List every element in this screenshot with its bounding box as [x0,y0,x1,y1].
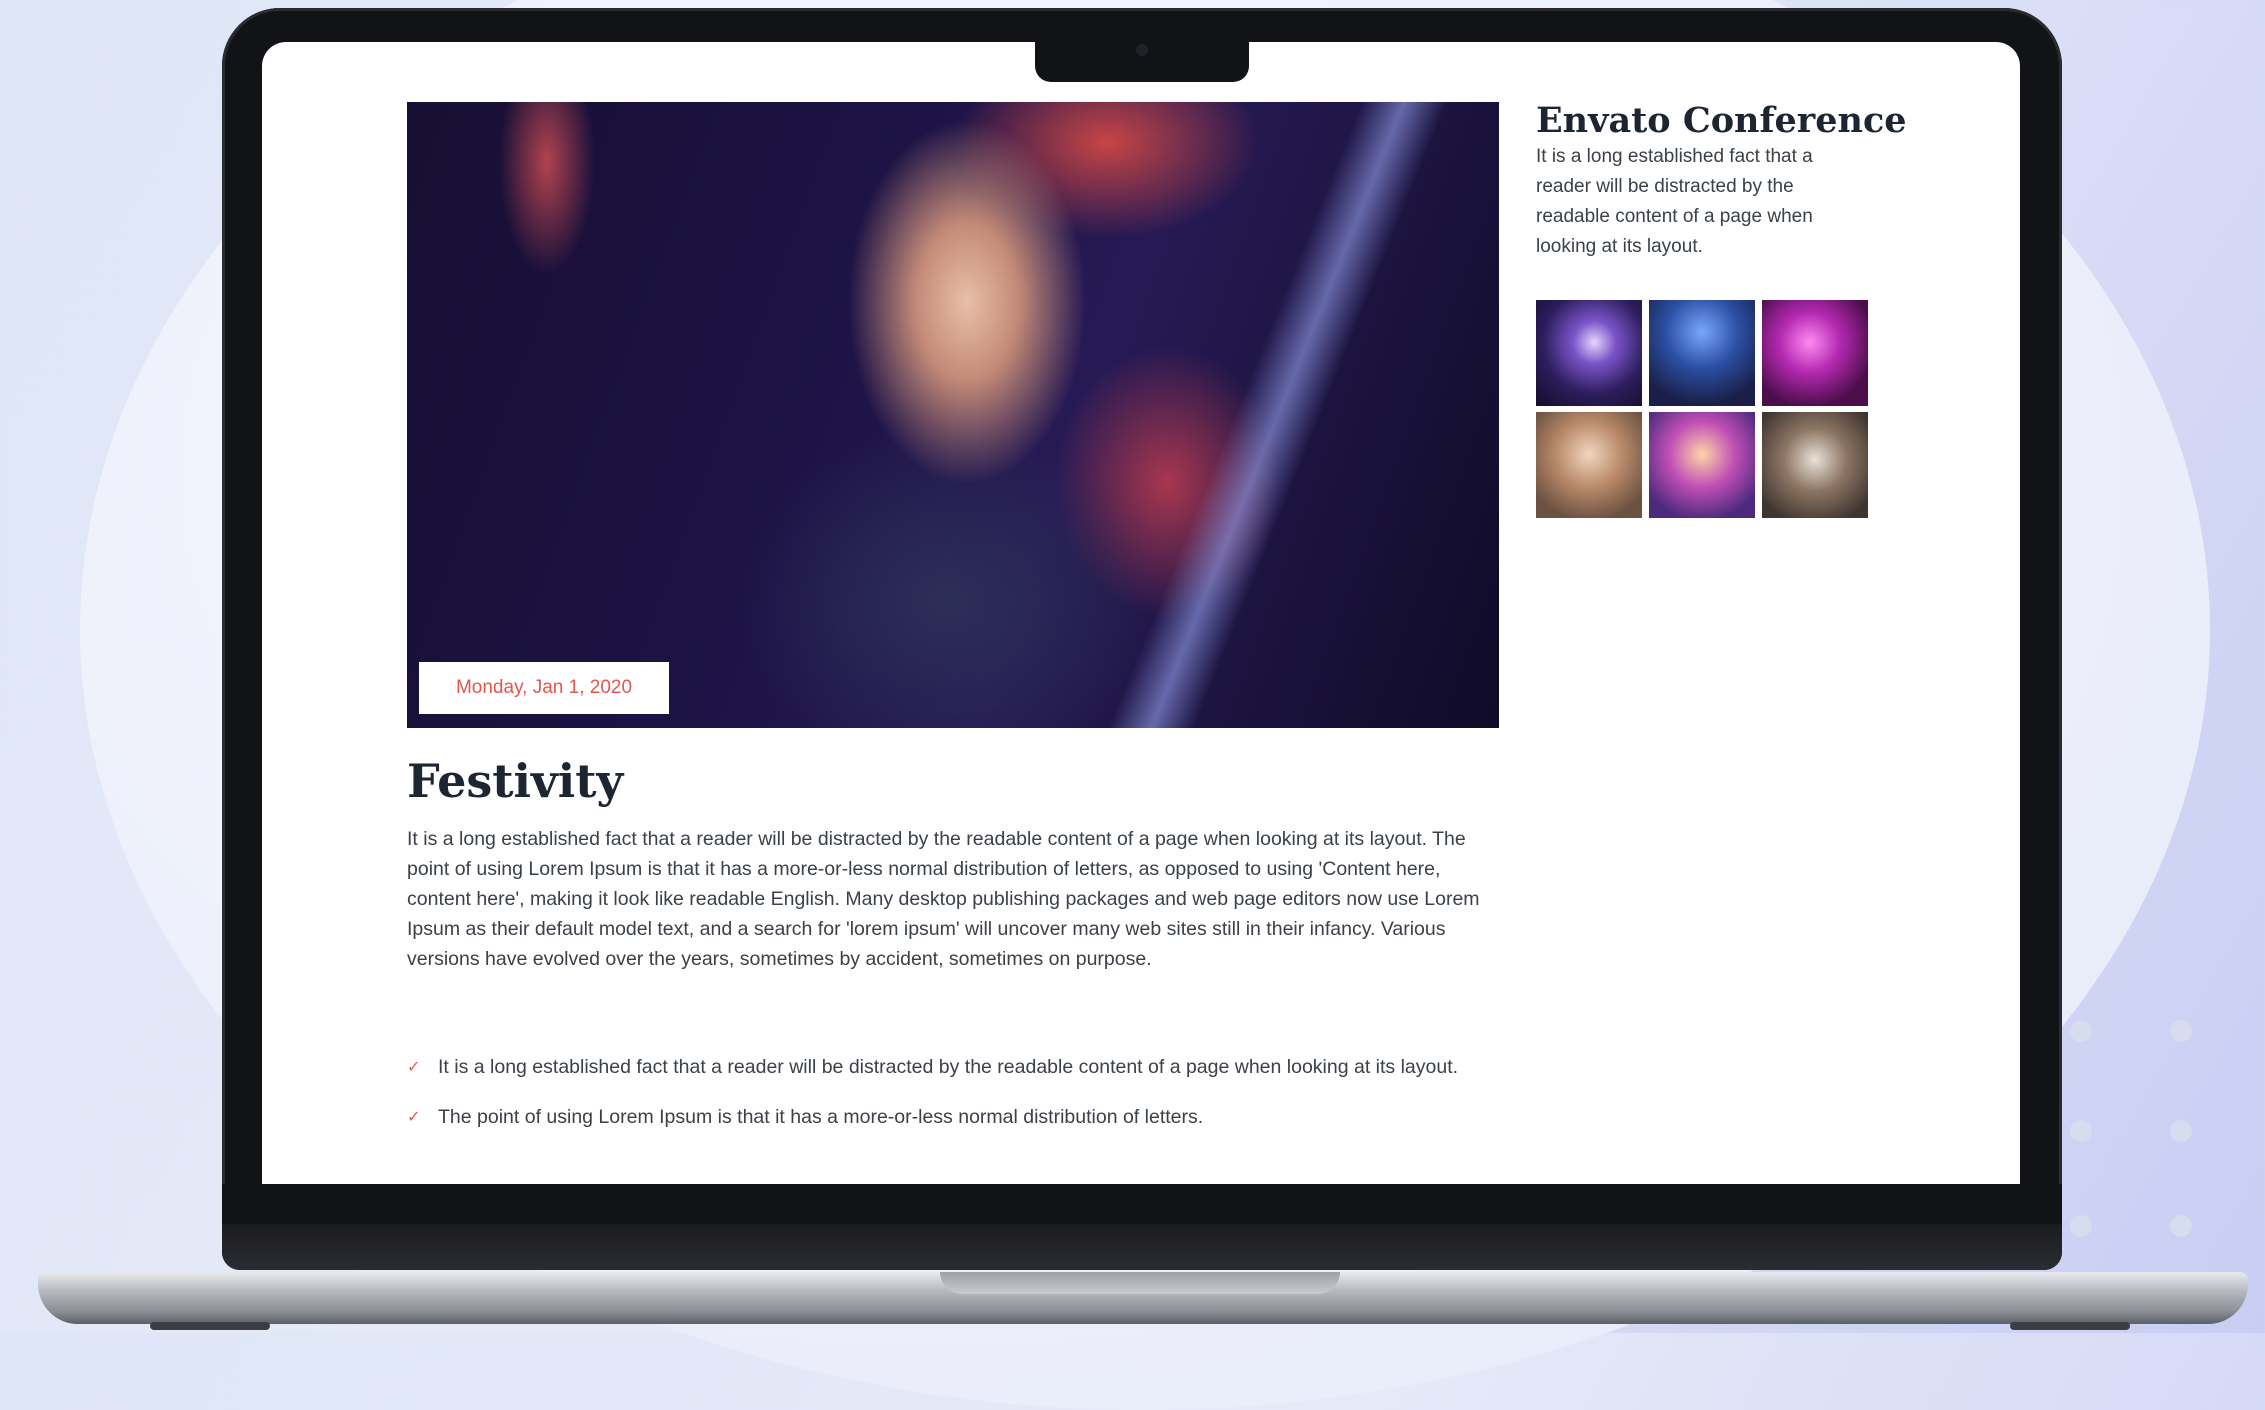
laptop-foot [2010,1322,2130,1330]
laptop-foot [150,1322,270,1330]
light-beam [1080,102,1454,728]
article-body: It is a long established fact that a rea… [407,828,1480,970]
gallery-thumbnail[interactable] [1649,300,1755,406]
laptop-hinge [222,1224,2062,1270]
checklist-item: ✓ The point of using Lorem Ipsum is that… [407,1102,1492,1132]
laptop-opening-notch [940,1272,1340,1294]
screen-bezel [222,1184,2062,1224]
checklist-text: It is a long established fact that a rea… [438,1056,1459,1078]
gallery-thumbnail[interactable] [1536,412,1642,518]
checklist-item: ✓ It is a long established fact that a r… [407,1052,1492,1082]
article-checklist: ✓ It is a long established fact that a r… [407,1052,1492,1152]
camera-notch [1035,30,1249,82]
laptop-screen: Monday, Jan 1, 2020 Festivity It is a lo… [262,42,2020,1184]
article-title: Festivity [407,754,624,808]
gallery-thumbnail[interactable] [1536,300,1642,406]
camera-icon [1136,44,1148,56]
hero-image: Monday, Jan 1, 2020 [407,102,1499,728]
gallery-thumbnail[interactable] [1762,300,1868,406]
decorative-dots [2070,1020,2220,1250]
gallery-thumbnail[interactable] [1762,412,1868,518]
check-icon: ✓ [407,1109,421,1126]
gallery-thumbnail[interactable] [1649,412,1755,518]
date-badge: Monday, Jan 1, 2020 [419,662,669,714]
sidebar-title: Envato Conference [1536,100,1907,141]
check-icon: ✓ [407,1059,421,1076]
photo-gallery [1536,300,1870,518]
checklist-text: The point of using Lorem Ipsum is that i… [438,1106,1204,1128]
sidebar-text: It is a long established fact that a rea… [1536,146,1813,257]
